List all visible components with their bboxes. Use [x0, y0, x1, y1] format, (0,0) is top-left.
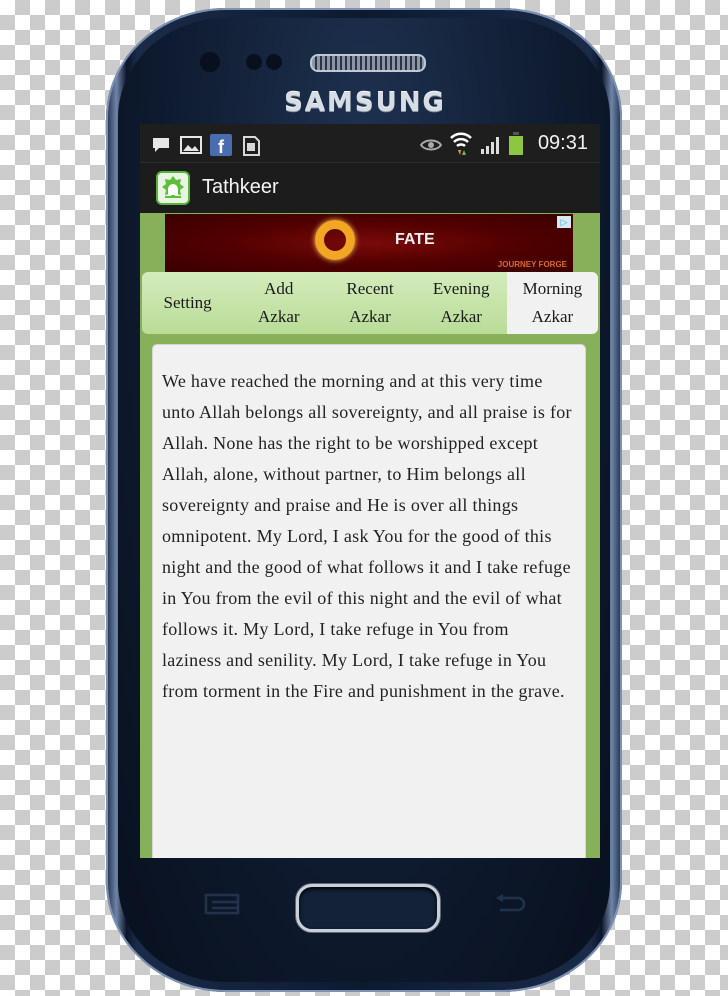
svg-text:f: f — [218, 137, 225, 156]
tab-morning-azkar[interactable]: Morning Azkar — [506, 272, 598, 334]
chat-icon — [153, 138, 169, 152]
mosque-icon[interactable] — [156, 171, 190, 205]
eye-icon — [420, 139, 442, 151]
tab-label-line2: Azkar — [349, 307, 391, 326]
ad-title: FATE — [395, 231, 435, 248]
ad-subtitle: JOURNEY FORGE — [497, 260, 567, 269]
screen: f 09:31 Tathkeer FATE JOURNEY FORGE ▷ Se… — [140, 124, 600, 858]
wifi-icon — [450, 132, 472, 155]
signal-icon — [481, 137, 499, 154]
sim-card-icon — [243, 136, 260, 156]
status-clock: 09:31 — [537, 132, 588, 154]
earpiece-speaker — [310, 54, 426, 72]
brand-logo: SAMSUNG — [284, 88, 446, 118]
tab-label-line2: Azkar — [258, 307, 300, 326]
image-icon — [180, 136, 202, 154]
tab-label-line2: Azkar — [440, 307, 482, 326]
proximity-sensor-1 — [246, 54, 262, 70]
ad-banner[interactable]: FATE JOURNEY FORGE ▷ — [165, 214, 573, 272]
tab-label-line1: Recent — [346, 279, 394, 298]
tab-label-line1: Morning — [522, 279, 583, 298]
menu-icon[interactable] — [204, 892, 240, 916]
ad-logo-icon — [315, 220, 355, 260]
tab-recent-azkar[interactable]: Recent Azkar — [324, 272, 415, 334]
azkar-card: We have reached the morning and at this … — [152, 344, 586, 858]
tab-label: Setting — [163, 293, 212, 312]
front-camera — [200, 52, 220, 72]
proximity-sensor-2 — [266, 54, 282, 70]
app-title: Tathkeer — [202, 176, 279, 198]
tab-bar: Setting Add Azkar Recent Azkar Evening Azka… — [142, 272, 598, 334]
azkar-text: We have reached the morning and at this … — [162, 371, 572, 701]
tab-label-line2: Azkar — [531, 307, 574, 326]
tab-label-line1: Evening — [432, 279, 490, 298]
home-button[interactable] — [296, 884, 440, 932]
battery-icon — [509, 132, 523, 155]
tab-setting[interactable]: Setting — [142, 272, 233, 334]
action-bar: Tathkeer — [140, 163, 600, 213]
tab-label-line1: Add — [264, 279, 294, 298]
back-icon[interactable] — [492, 892, 528, 916]
facebook-icon: f — [210, 134, 232, 156]
tab-evening-azkar[interactable]: Evening Azkar — [416, 272, 507, 334]
status-bar: f 09:31 — [140, 124, 600, 163]
adchoices-icon[interactable]: ▷ — [557, 216, 571, 228]
tab-add-azkar[interactable]: Add Azkar — [233, 272, 324, 334]
